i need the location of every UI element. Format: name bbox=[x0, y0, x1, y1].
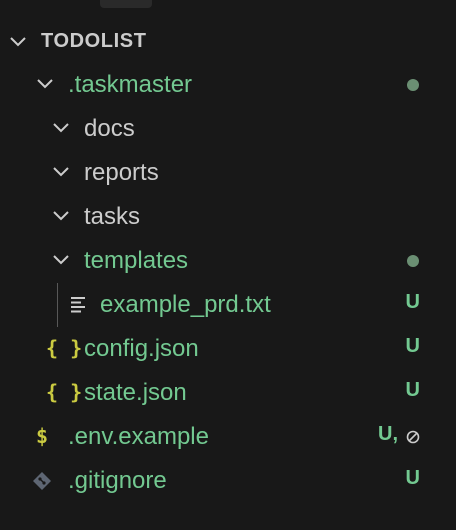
chevron-down-icon[interactable] bbox=[35, 74, 55, 94]
section-title: TODOLIST bbox=[41, 30, 147, 52]
folder-label: tasks bbox=[84, 203, 141, 230]
tree-folder-templates[interactable]: templates bbox=[0, 238, 456, 282]
file-label: config.json bbox=[84, 335, 199, 362]
tree-folder-tasks[interactable]: tasks bbox=[0, 194, 456, 238]
json-braces-icon: { } bbox=[46, 336, 83, 360]
folder-label: reports bbox=[84, 159, 159, 186]
file-label: .env.example bbox=[68, 423, 209, 450]
tree-file-gitignore[interactable]: .gitignore U bbox=[0, 458, 456, 502]
git-status-untracked: U bbox=[405, 335, 420, 357]
dollar-icon: $ bbox=[36, 424, 49, 448]
text-file-icon bbox=[71, 297, 85, 313]
git-diamond-icon bbox=[33, 472, 51, 490]
tree-file-env-example[interactable]: $ .env.example U, bbox=[0, 414, 456, 458]
file-label: example_prd.txt bbox=[100, 291, 271, 318]
git-status-untracked: U bbox=[405, 467, 420, 489]
explorer-section-header[interactable]: TODOLIST bbox=[0, 22, 456, 60]
git-status-untracked: U bbox=[405, 379, 420, 401]
circle-slash-icon bbox=[406, 430, 420, 444]
tree-folder-taskmaster[interactable]: .taskmaster bbox=[0, 62, 456, 106]
toolbar-tab[interactable] bbox=[100, 0, 152, 8]
chevron-down-icon[interactable] bbox=[51, 250, 71, 270]
tree-folder-docs[interactable]: docs bbox=[0, 106, 456, 150]
tree-folder-reports[interactable]: reports bbox=[0, 150, 456, 194]
folder-label: .taskmaster bbox=[68, 71, 193, 98]
git-status-untracked: U bbox=[405, 291, 420, 313]
modified-dot-indicator bbox=[407, 79, 419, 91]
chevron-down-icon[interactable] bbox=[8, 32, 28, 52]
chevron-down-icon[interactable] bbox=[51, 206, 71, 226]
json-braces-icon: { } bbox=[46, 380, 83, 404]
git-status-untracked: U, bbox=[378, 423, 398, 445]
top-strip bbox=[0, 0, 456, 12]
tree-file-state-json[interactable]: { } state.json U bbox=[0, 370, 456, 414]
modified-dot-indicator bbox=[407, 255, 419, 267]
file-label: .gitignore bbox=[68, 467, 167, 494]
tree-file-example-prd[interactable]: example_prd.txt U bbox=[0, 282, 456, 326]
folder-label: docs bbox=[84, 115, 135, 142]
folder-label: templates bbox=[84, 247, 189, 274]
chevron-down-icon[interactable] bbox=[51, 162, 71, 182]
chevron-down-icon[interactable] bbox=[51, 118, 71, 138]
tree-file-config-json[interactable]: { } config.json U bbox=[0, 326, 456, 370]
file-label: state.json bbox=[84, 379, 187, 406]
